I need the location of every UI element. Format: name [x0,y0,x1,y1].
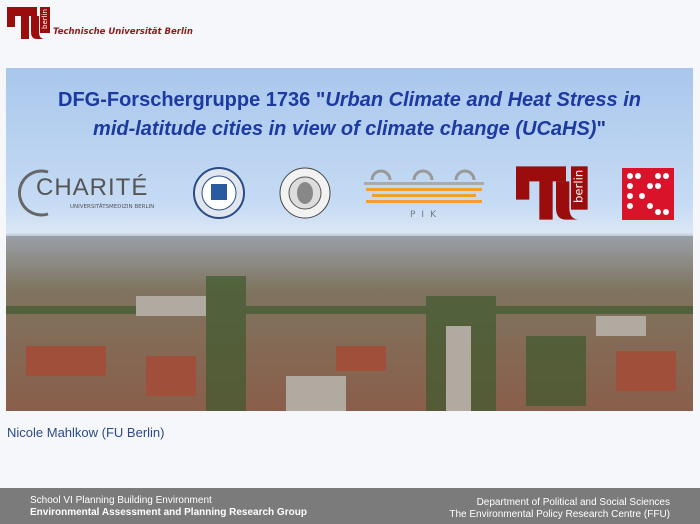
footer: School VI Planning Building Environment … [0,488,700,524]
hero-banner: DFG-Forschergruppe 1736 "Urban Climate a… [6,68,693,411]
footer-group: Environmental Assessment and Planning Re… [30,507,307,518]
svg-text:berlin: berlin [41,9,49,29]
footer-centre: The Environmental Policy Research Centre… [449,509,670,520]
tu-berlin-partner-logo: berlin [516,166,588,220]
partner-logos: CHARITÉ UNIVERSITÄTSMEDIZIN BERLIN PIK b… [6,164,693,224]
university-name: Technische Universität Berlin [53,27,193,37]
pik-logo: PIK [364,164,484,222]
charite-logo: CHARITÉ UNIVERSITÄTSMEDIZIN BERLIN [18,168,163,218]
project-title: DFG-Forschergruppe 1736 "Urban Climate a… [58,89,641,140]
tu-berlin-logo: berlin [7,7,50,39]
svg-text:berlin: berlin [572,170,586,203]
humboldt-seal [279,167,331,219]
fu-berlin-seal [193,167,245,219]
presenter-name: Nicole Mahlkow (FU Berlin) [7,425,165,440]
footer-school: School VI Planning Building Environment [30,495,212,506]
udk-logo [622,168,674,220]
berlin-city-aerial-photo [6,236,693,411]
footer-department: Department of Political and Social Scien… [476,497,670,508]
